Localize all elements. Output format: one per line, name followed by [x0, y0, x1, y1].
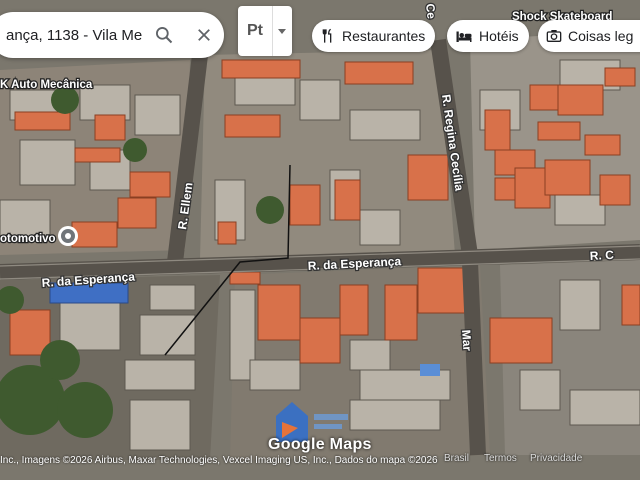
search-button[interactable]: [144, 12, 184, 58]
close-icon: [198, 29, 210, 41]
location-pin-icon[interactable]: [58, 226, 78, 246]
road-label-r-right: R. C: [589, 248, 614, 263]
footer-links: Brasil Termos Privacidade: [444, 453, 582, 464]
search-box[interactable]: ança, 1138 - Vila Me: [0, 12, 224, 58]
search-icon: [156, 27, 173, 44]
link-termos[interactable]: Termos: [484, 453, 530, 464]
link-privacidade[interactable]: Privacidade: [530, 453, 582, 464]
poi-automotivo[interactable]: otomotivo: [0, 232, 57, 247]
language-dropdown[interactable]: [272, 6, 291, 56]
chip-coisas[interactable]: Coisas leg: [538, 20, 640, 52]
link-brasil[interactable]: Brasil: [444, 453, 484, 464]
chip-restaurantes-label: Restaurantes: [342, 28, 426, 44]
language-selector[interactable]: Pt: [238, 6, 292, 56]
chip-hoteis[interactable]: Hotéis: [447, 20, 529, 52]
attribution-text: Inc., Imagens ©2026 Airbus, Maxar Techno…: [0, 454, 438, 466]
street-number-badge: [420, 364, 440, 376]
bed-icon: [456, 31, 472, 42]
chip-restaurantes[interactable]: Restaurantes: [312, 20, 436, 52]
search-input[interactable]: ança, 1138 - Vila Me: [0, 27, 144, 44]
caret-down-icon: [278, 29, 286, 34]
fork-knife-icon: [322, 28, 332, 43]
chip-hoteis-label: Hotéis: [479, 28, 519, 44]
road-label-mar: Mar: [459, 329, 474, 352]
camera-icon: [546, 30, 562, 42]
language-label: Pt: [247, 22, 263, 39]
poi-auto-mecanica[interactable]: K Auto Mecânica: [0, 78, 94, 93]
chip-coisas-label: Coisas leg: [568, 28, 634, 44]
road-label-ce: Ce: [423, 3, 439, 20]
